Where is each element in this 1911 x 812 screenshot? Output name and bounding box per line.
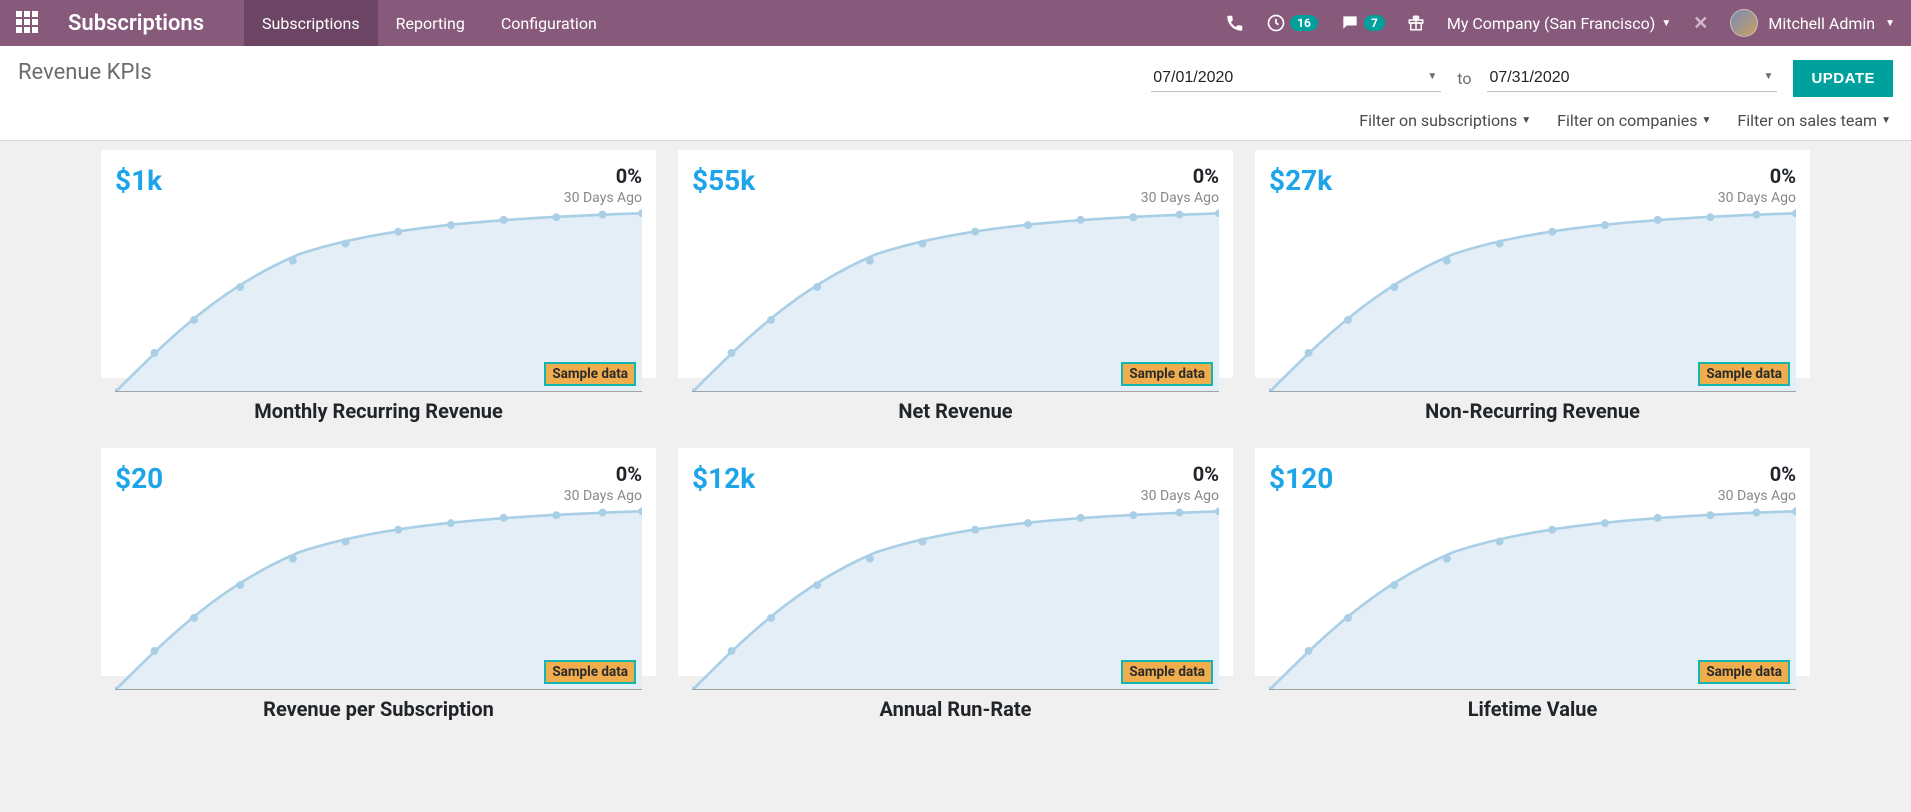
caret-down-icon: ▼: [1885, 18, 1895, 29]
kpi-sub: 30 Days Ago: [1141, 190, 1219, 206]
kpi-pct: 0%: [1141, 462, 1219, 486]
date-from-input[interactable]: [1151, 65, 1441, 92]
kpi-card[interactable]: $1k 0% 30 Days Ago Sample data: [100, 149, 657, 379]
sample-data-badge: Sample data: [1121, 362, 1213, 386]
to-label: to: [1457, 69, 1471, 88]
kpi-sub: 30 Days Ago: [1718, 190, 1796, 206]
filter-row: Filter on subscriptions ▼ Filter on comp…: [1359, 111, 1893, 130]
debug-close-icon[interactable]: ✕: [1693, 13, 1708, 34]
sample-data-badge: Sample data: [1698, 362, 1790, 386]
company-name: My Company (San Francisco): [1447, 14, 1656, 33]
sample-data-badge: Sample data: [544, 362, 636, 386]
user-menu[interactable]: Mitchell Admin ▼: [1730, 9, 1895, 37]
caret-down-icon: ▼: [1881, 115, 1891, 126]
date-to-input[interactable]: [1487, 65, 1777, 92]
kpi-chart: Sample data: [115, 208, 642, 392]
nav-tab-subscriptions[interactable]: Subscriptions: [244, 0, 378, 46]
caret-down-icon: ▼: [1521, 115, 1531, 126]
kpi-pct: 0%: [1718, 462, 1796, 486]
user-name: Mitchell Admin: [1768, 14, 1875, 33]
filter-label: Filter on companies: [1557, 111, 1697, 130]
kpi-sub: 30 Days Ago: [564, 190, 642, 206]
control-panel: Revenue KPIs ▼ to ▼ UPDATE Filter on sub…: [0, 46, 1911, 141]
nav-tab-reporting[interactable]: Reporting: [378, 0, 483, 46]
kpi-pct: 0%: [1718, 164, 1796, 188]
phone-icon[interactable]: [1226, 14, 1244, 32]
filter-subscriptions[interactable]: Filter on subscriptions ▼: [1359, 111, 1531, 130]
discuss-icon[interactable]: 7: [1340, 13, 1385, 33]
company-switcher[interactable]: My Company (San Francisco) ▼: [1447, 14, 1671, 33]
kpi-sub: 30 Days Ago: [1141, 488, 1219, 504]
nav-right: 16 7 My Company (San Francisco) ▼ ✕ Mitc…: [1226, 9, 1895, 37]
sample-data-badge: Sample data: [1121, 660, 1213, 684]
filter-label: Filter on sales team: [1737, 111, 1877, 130]
app-brand: Subscriptions: [68, 11, 204, 36]
kpi-chart: Sample data: [692, 208, 1219, 392]
activities-badge: 16: [1290, 15, 1318, 31]
kpi-title: Non-Recurring Revenue: [1254, 399, 1811, 423]
kpi-chart: Sample data: [1269, 208, 1796, 392]
kpi-card[interactable]: $120 0% 30 Days Ago Sample data: [1254, 447, 1811, 677]
sample-data-badge: Sample data: [544, 660, 636, 684]
kpi-card[interactable]: $55k 0% 30 Days Ago Sample data: [677, 149, 1234, 379]
kpi-pct: 0%: [1141, 164, 1219, 188]
kpi-value: $12k: [692, 462, 755, 495]
kpi-chart: Sample data: [115, 506, 642, 690]
kpi-grid: $1k 0% 30 Days Ago Sample data: [100, 149, 1811, 727]
kpi-pct: 0%: [564, 164, 642, 188]
kpi-chart: Sample data: [692, 506, 1219, 690]
nav-tab-configuration[interactable]: Configuration: [483, 0, 615, 46]
kpi-card[interactable]: $12k 0% 30 Days Ago Sample data: [677, 447, 1234, 677]
kpi-chart: Sample data: [1269, 506, 1796, 690]
filter-companies[interactable]: Filter on companies ▼: [1557, 111, 1711, 130]
page-title: Revenue KPIs: [18, 60, 152, 85]
kpi-value: $55k: [692, 164, 755, 197]
caret-down-icon: ▼: [1702, 115, 1712, 126]
activities-icon[interactable]: 16: [1266, 13, 1318, 33]
apps-icon[interactable]: [16, 11, 40, 35]
kpi-value: $1k: [115, 164, 162, 197]
gift-icon[interactable]: [1407, 14, 1425, 32]
kpi-value: $120: [1269, 462, 1333, 495]
caret-down-icon: ▼: [1661, 18, 1671, 29]
kpi-title: Revenue per Subscription: [100, 697, 657, 721]
filter-sales-team[interactable]: Filter on sales team ▼: [1737, 111, 1891, 130]
kpi-value: $27k: [1269, 164, 1332, 197]
kpi-card[interactable]: $20 0% 30 Days Ago Sample data: [100, 447, 657, 677]
top-nav: Subscriptions Subscriptions Reporting Co…: [0, 0, 1911, 46]
kpi-title: Lifetime Value: [1254, 697, 1811, 721]
nav-tabs: Subscriptions Reporting Configuration: [244, 0, 615, 46]
kpi-sub: 30 Days Ago: [564, 488, 642, 504]
kpi-sub: 30 Days Ago: [1718, 488, 1796, 504]
update-button[interactable]: UPDATE: [1793, 60, 1893, 97]
kpi-title: Monthly Recurring Revenue: [100, 399, 657, 423]
kpi-value: $20: [115, 462, 163, 495]
avatar: [1730, 9, 1758, 37]
date-range-row: ▼ to ▼ UPDATE: [1151, 60, 1893, 97]
sample-data-badge: Sample data: [1698, 660, 1790, 684]
kpi-pct: 0%: [564, 462, 642, 486]
kpi-title: Net Revenue: [677, 399, 1234, 423]
discuss-badge: 7: [1364, 15, 1385, 31]
kpi-card[interactable]: $27k 0% 30 Days Ago Sample data: [1254, 149, 1811, 379]
filter-label: Filter on subscriptions: [1359, 111, 1517, 130]
dashboard: $1k 0% 30 Days Ago Sample data: [0, 141, 1911, 812]
kpi-title: Annual Run-Rate: [677, 697, 1234, 721]
